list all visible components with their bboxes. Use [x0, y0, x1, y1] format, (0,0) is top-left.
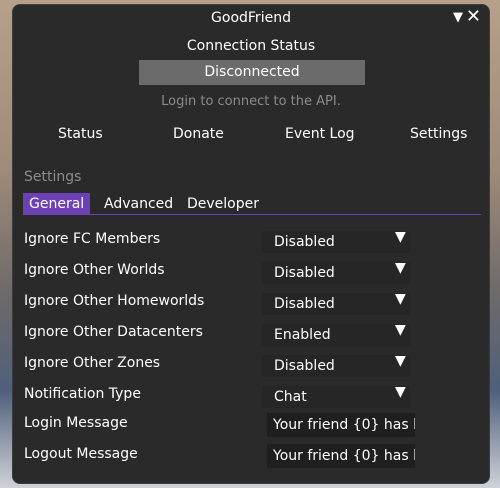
setting-row-ignore-other-zones: Ignore Other Zones Disabled ▼ [24, 353, 410, 377]
nav-event-log[interactable]: Event Log [285, 126, 355, 142]
tab-advanced[interactable]: Advanced [98, 193, 179, 215]
setting-row-ignore-other-datacenters: Ignore Other Datacenters Enabled ▼ [24, 322, 410, 346]
setting-row-ignore-other-worlds: Ignore Other Worlds Disabled ▼ [24, 260, 410, 284]
nav-donate[interactable]: Donate [173, 126, 224, 142]
tab-underline [23, 214, 481, 215]
connection-hint: Login to connect to the API. [161, 94, 341, 109]
connection-status-badge: Disconnected [139, 60, 365, 85]
setting-label: Ignore Other Worlds [24, 262, 165, 278]
chevron-down-icon[interactable]: ▼ [395, 229, 406, 245]
collapse-icon[interactable]: ▼ [453, 10, 463, 25]
setting-row-notification-type: Notification Type Chat ▼ [24, 384, 410, 408]
close-icon[interactable]: ✕ [466, 6, 481, 27]
window-title: GoodFriend [211, 10, 291, 26]
setting-label: Login Message [24, 415, 128, 431]
ignore-other-zones-select[interactable]: Disabled [262, 355, 410, 377]
ignore-other-datacenters-select[interactable]: Enabled [262, 324, 410, 346]
setting-label: Logout Message [24, 446, 138, 462]
nav-settings[interactable]: Settings [410, 126, 467, 142]
setting-row-ignore-other-homeworlds: Ignore Other Homeworlds Disabled ▼ [24, 291, 410, 315]
ignore-fc-members-select[interactable]: Disabled [262, 231, 410, 253]
goodfriend-window: GoodFriend ▼ ✕ Connection Status Disconn… [12, 4, 490, 484]
setting-label: Ignore FC Members [24, 231, 161, 247]
login-message-input[interactable]: Your friend {0} has log [267, 413, 415, 437]
title-bar[interactable]: GoodFriend ▼ ✕ [13, 5, 489, 31]
main-nav: Status Donate Event Log Settings [13, 126, 489, 146]
tab-developer[interactable]: Developer [181, 193, 265, 215]
nav-status[interactable]: Status [58, 126, 103, 142]
tab-general[interactable]: General [23, 193, 91, 215]
setting-row-login-message: Login Message Your friend {0} has log [24, 413, 415, 437]
setting-row-logout-message: Logout Message Your friend {0} has log [24, 444, 415, 468]
setting-label: Ignore Other Zones [24, 355, 161, 371]
chevron-down-icon[interactable]: ▼ [395, 353, 406, 369]
notification-type-select[interactable]: Chat [262, 386, 410, 408]
chevron-down-icon[interactable]: ▼ [395, 291, 406, 307]
setting-label: Ignore Other Datacenters [24, 324, 203, 340]
ignore-other-worlds-select[interactable]: Disabled [262, 262, 410, 284]
setting-row-ignore-fc-members: Ignore FC Members Disabled ▼ [24, 229, 410, 253]
setting-label: Ignore Other Homeworlds [24, 293, 205, 309]
ignore-other-homeworlds-select[interactable]: Disabled [262, 293, 410, 315]
connection-status-title: Connection Status [186, 38, 316, 54]
chevron-down-icon[interactable]: ▼ [395, 384, 406, 400]
chevron-down-icon[interactable]: ▼ [395, 260, 406, 276]
setting-label: Notification Type [24, 386, 141, 402]
logout-message-input[interactable]: Your friend {0} has log [267, 444, 415, 468]
chevron-down-icon[interactable]: ▼ [395, 322, 406, 338]
settings-section-title: Settings [24, 169, 82, 185]
